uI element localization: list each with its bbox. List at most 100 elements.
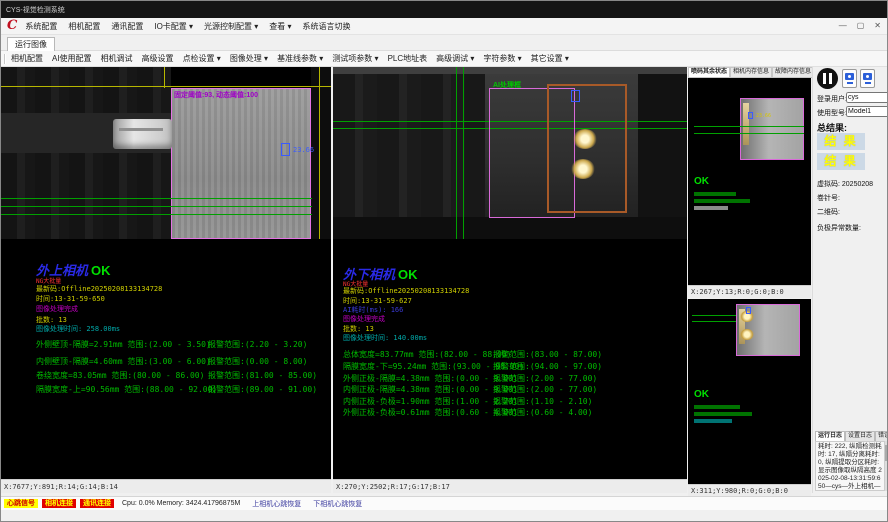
needle-number-label: 卷针号: <box>817 193 840 203</box>
left-coords-bar: X:7677;Y:891;R:14;G:14;B:14 <box>1 479 331 493</box>
tool-other-settings[interactable]: 其它设置 ▾ <box>531 53 569 64</box>
small-view-top[interactable]: 23.66 OK <box>688 78 811 285</box>
login-user-input[interactable] <box>846 92 888 103</box>
middle-camera-panel[interactable]: AI处理框 外下相机OK NG大批量 最新码:Offline2025020813… <box>333 67 687 479</box>
tool-advanced-settings[interactable]: 高级设置 <box>142 53 174 64</box>
measure-value-label: 23.66 <box>293 146 314 154</box>
main-area: 固定阈值:93, 动态阈值:100 23.66 外上相机OK NG大批量 最新码… <box>1 67 888 493</box>
menu-light-config[interactable]: 光源控制配置 ▾ <box>204 21 258 32</box>
reference-line-yellow <box>1 86 331 87</box>
menu-camera-config[interactable]: 相机配置 <box>68 21 100 32</box>
lower-camera-heartbeat-link[interactable]: 下相机心跳恢复 <box>313 499 362 509</box>
tool-plc-address[interactable]: PLC地址表 <box>388 53 428 64</box>
upper-camera-heartbeat-link[interactable]: 上相机心跳恢复 <box>252 499 301 509</box>
login-user-label: 登录用户: <box>817 96 847 103</box>
tool-advanced-debug[interactable]: 高级调试 ▾ <box>436 53 474 64</box>
measurement-row: 卷绕宽度=83.05mm 范围:(80.00 - 86.00) 报警范围:(81… <box>36 370 204 381</box>
measure-rect-blue <box>746 307 751 314</box>
middle-process-time: 图像处理时间: 140.00ms <box>343 333 427 343</box>
camera1-icon-button[interactable] <box>842 69 857 88</box>
tool-test-params[interactable]: 测试项参数 ▾ <box>332 53 378 64</box>
roi-rect-magenta <box>171 88 311 239</box>
app-logo-icon: C <box>7 21 17 31</box>
tool-baseline-params[interactable]: 基准线参数 ▾ <box>277 53 323 64</box>
left-time: 时间:13-31-59-650 <box>36 294 105 304</box>
qr-code-label: 二维码: <box>817 207 840 217</box>
toolbar-grip <box>4 54 6 64</box>
tool-char-params[interactable]: 字符参数 ▾ <box>483 53 521 64</box>
measurement-row: 外侧正极-隔膜=4.38mm 范围:(0.00 - 9.00) 报警范围:(2.… <box>343 373 518 384</box>
menu-comm-config[interactable]: 通讯配置 <box>111 21 143 32</box>
status-bar: 心跳信号 相机连接 通讯连接 Cpu: 0.0% Memory: 3424.41… <box>1 496 888 510</box>
left-barcode: 最新码:Offline20250208133134728 <box>36 284 162 294</box>
electrode-glint <box>740 329 754 340</box>
left-result-ok: OK <box>91 263 111 278</box>
right-sidebar: 登录用户: 使用型号: 总结果: 结 果 结 果 虚拟码: 20250208 卷… <box>812 67 888 493</box>
menu-io-config[interactable]: IO卡配置 ▾ <box>154 21 193 32</box>
close-icon[interactable]: ✕ <box>874 22 881 30</box>
small-view-tabs: 喷码其余状态 相机内存信息 故障内存信息 <box>688 67 811 78</box>
left-camera-panel[interactable]: 固定阈值:93, 动态阈值:100 23.66 外上相机OK NG大批量 最新码… <box>1 67 331 479</box>
menu-view[interactable]: 查看 ▾ <box>269 21 291 32</box>
measurement-row: 内侧正极-负极=1.90mm 范围:(1.00 - 2.20) 报警范围:(1.… <box>343 396 518 407</box>
left-process-time: 图像处理时间: 258.00ms <box>36 324 120 334</box>
ai-overlay-label: AI处理框 <box>493 80 521 90</box>
measure-rect-blue <box>281 143 290 156</box>
measurement-row: 总体宽度=83.77mm 范围:(82.00 - 88.00) 报警范围:(83… <box>343 349 511 360</box>
comm-connection-badge: 通讯连接 <box>80 499 114 508</box>
tool-ai-config[interactable]: AI使用配置 <box>52 53 92 64</box>
pause-button[interactable] <box>817 68 838 89</box>
middle-process-done: 图像处理完成 <box>343 314 385 324</box>
result-box-top: 结 果 <box>817 133 865 150</box>
view-tab-bar: 运行图像 <box>1 35 888 51</box>
thumbnail-image <box>740 98 804 160</box>
small-view-bottom[interactable]: OK <box>688 299 811 484</box>
threshold-overlay-label: 固定阈值:93, 动态阈值:100 <box>174 90 258 100</box>
app-window: CYS-视觉检测系统 C 系统配置 相机配置 通讯配置 IO卡配置 ▾ 光源控制… <box>0 0 888 522</box>
tool-camera-debug[interactable]: 相机调试 <box>101 53 133 64</box>
measurement-row: 内侧正极-隔膜=4.38mm 范围:(0.00 - 9.00) 报警范围:(2.… <box>343 384 518 395</box>
menu-bar: C 系统配置 相机配置 通讯配置 IO卡配置 ▾ 光源控制配置 ▾ 查看 ▾ 系… <box>1 18 888 35</box>
maximize-icon[interactable]: ▢ <box>857 22 865 30</box>
small-views-column: 喷码其余状态 相机内存信息 故障内存信息 23.66 OK X:267;Y:13… <box>688 67 811 493</box>
measurement-row: 隔膜宽度-上=90.56mm 范围:(88.00 - 92.00) 报警范围:(… <box>36 384 217 395</box>
measure-rect-blue <box>748 112 753 119</box>
camera-connection-badge: 相机连接 <box>42 499 76 508</box>
title-bar: CYS-视觉检测系统 <box>1 1 888 18</box>
window-controls: — ▢ ✕ <box>839 22 881 30</box>
minimize-icon[interactable]: — <box>839 22 847 30</box>
bottom-filler <box>1 510 888 522</box>
left-process-done: 图像处理完成 <box>36 304 78 314</box>
tab-run-image[interactable]: 运行图像 <box>7 37 55 51</box>
measurement-row: 隔膜宽度-下=95.24mm 范围:(93.00 - 98.00) 报警范围:(… <box>343 361 524 372</box>
measure-value-label: 23.66 <box>756 113 771 119</box>
camera-icon <box>845 73 854 80</box>
negative-abnormal-count-label: 负极异常数量: <box>817 223 861 233</box>
heartbeat-status-badge: 心跳信号 <box>4 499 38 508</box>
tool-camera-config[interactable]: 相机配置 <box>11 53 43 64</box>
model-input[interactable] <box>846 106 888 117</box>
menu-system-config[interactable]: 系统配置 <box>25 21 57 32</box>
result-box-bottom: 结 果 <box>817 153 865 170</box>
measure-rect-blue <box>571 90 580 102</box>
tab-camera-memory[interactable]: 相机内存信息 <box>730 67 772 78</box>
camera-icon <box>863 73 872 80</box>
middle-coords-bar: X:270;Y:2502;R:17;G:17;B:17 <box>333 479 687 493</box>
middle-camera-image: AI处理框 <box>333 67 687 239</box>
login-user-row: 登录用户: <box>817 94 847 104</box>
cpu-memory-status: Cpu: 0.0% Memory: 3424.41796875M <box>122 500 240 507</box>
tool-image-processing[interactable]: 图像处理 ▾ <box>230 53 268 64</box>
window-title: CYS-视觉检测系统 <box>6 7 65 14</box>
tool-spot-check[interactable]: 点检设置 ▾ <box>183 53 221 64</box>
log-text-area[interactable]: 耗时: 222, 纵隔检测耗时: 17, 纵隔分离耗时: 0, 纵隔提取分区耗时… <box>815 441 885 491</box>
model-row: 使用型号: <box>817 108 847 118</box>
tab-fault-memory[interactable]: 故障内存信息 <box>772 67 814 78</box>
camera2-icon-button[interactable] <box>860 69 875 88</box>
small-view2-result: OK <box>694 389 709 400</box>
measurement-row: 外侧壁顶-隔膜=2.91mm 范围:(2.00 - 3.50) 报警范围:(2.… <box>36 339 211 350</box>
measurement-row: 外侧正极-负极=0.61mm 范围:(0.60 - 4.00) 报警范围:(0.… <box>343 407 518 418</box>
tab-spray-status[interactable]: 喷码其余状态 <box>688 67 730 78</box>
measure-line-green <box>1 198 312 199</box>
menu-language-switch[interactable]: 系统语言切换 <box>303 21 351 32</box>
electrode-tab <box>113 119 172 149</box>
